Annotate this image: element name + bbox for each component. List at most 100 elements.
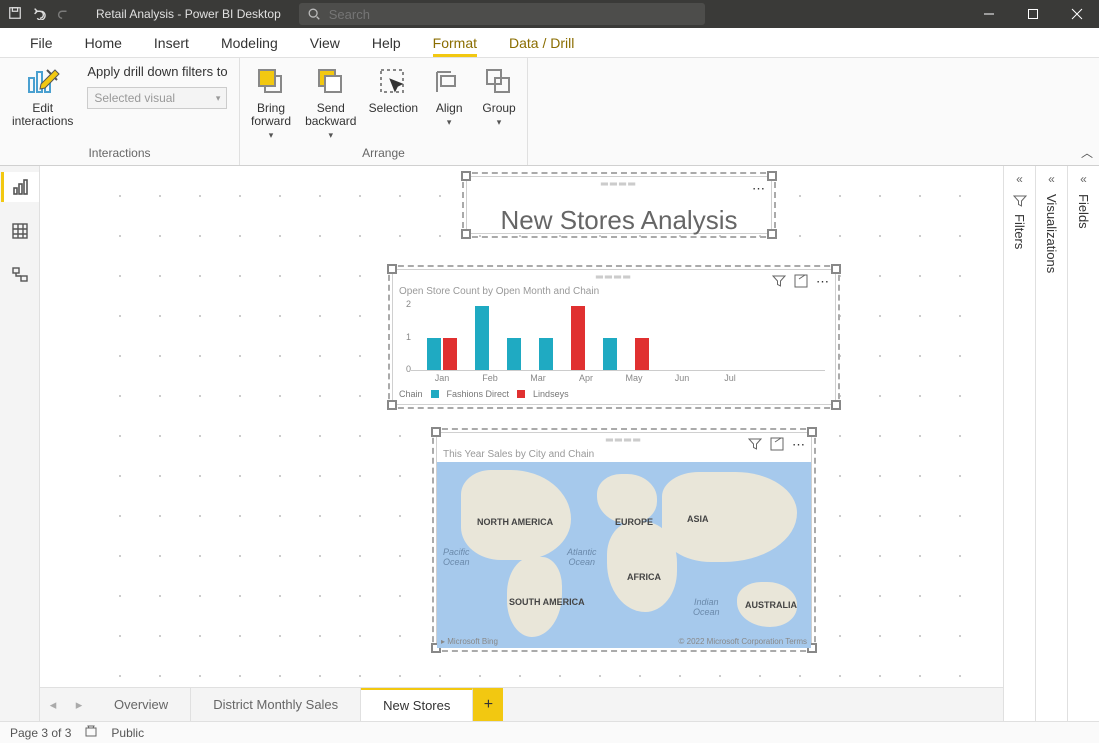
map-ocean-indian: Indian Ocean [693, 597, 720, 617]
focus-mode-icon[interactable] [770, 437, 784, 454]
bar [507, 338, 521, 370]
title-visual[interactable]: ════ ⋯ New Stores Analysis [466, 176, 772, 234]
bar-group [603, 338, 617, 370]
sensitivity-label: Public [111, 726, 144, 740]
title-visual-text: New Stores Analysis [467, 191, 771, 250]
model-view-button[interactable] [1, 260, 39, 290]
group-label-interactions: Interactions [8, 145, 231, 165]
filter-icon[interactable] [748, 437, 762, 454]
add-page-button[interactable]: + [473, 688, 503, 721]
align-label: Align [436, 102, 463, 115]
resize-handle[interactable] [387, 400, 397, 410]
align-icon [431, 64, 467, 100]
chevron-left-icon: « [1048, 172, 1055, 186]
menu-modeling[interactable]: Modeling [205, 28, 294, 57]
send-backward-button[interactable]: Send backward ▾ [304, 62, 357, 143]
bar-group [475, 306, 489, 370]
minimize-button[interactable] [967, 0, 1011, 28]
bring-forward-label: Bring forward [251, 102, 291, 128]
map-credit: ▸ Microsoft Bing [441, 637, 498, 646]
menu-help[interactable]: Help [356, 28, 417, 57]
search-input[interactable] [329, 7, 697, 22]
search-box[interactable] [299, 3, 705, 25]
apply-drilldown-label: Apply drill down filters to [87, 64, 227, 79]
edit-interactions-label: Edit interactions [12, 102, 73, 128]
report-view-button[interactable] [1, 172, 39, 202]
undo-icon[interactable] [32, 6, 46, 23]
page-tab-new-stores[interactable]: New Stores [361, 688, 473, 721]
drag-handle-icon[interactable]: ════ [596, 272, 632, 283]
selected-visual-value: Selected visual [94, 91, 175, 105]
map-visual[interactable]: ════ ⋯ This Year Sales by City and Chain [436, 432, 812, 648]
page-status: Page 3 of 3 [10, 726, 71, 740]
send-backward-label: Send backward [305, 102, 356, 128]
drag-handle-icon[interactable]: ════ [606, 435, 642, 446]
bar-chart-legend: Chain Fashions Direct Lindseys [393, 387, 835, 401]
map-label-sa: SOUTH AMERICA [509, 597, 585, 607]
save-icon[interactable] [8, 6, 22, 23]
chevron-down-icon: ▾ [269, 130, 274, 141]
page-prev-button[interactable]: ◂ [40, 688, 66, 721]
bar-group [571, 306, 585, 370]
map-label-na: NORTH AMERICA [477, 517, 553, 527]
align-button[interactable]: Align ▾ [429, 62, 469, 130]
visual-options-icon[interactable]: ⋯ [752, 181, 765, 197]
edit-interactions-button[interactable]: Edit interactions [8, 62, 77, 130]
menu-insert[interactable]: Insert [138, 28, 205, 57]
chevron-left-icon: « [1016, 172, 1023, 186]
visualizations-pane-collapsed[interactable]: « Visualizations [1035, 166, 1067, 721]
chevron-down-icon: ▾ [497, 117, 502, 128]
fields-pane-label: Fields [1076, 194, 1091, 229]
status-bar: Page 3 of 3 Public [0, 721, 1099, 743]
map-corp: © 2022 Microsoft Corporation Terms [679, 637, 807, 646]
chevron-down-icon: ▾ [447, 117, 452, 128]
bar [539, 338, 553, 370]
page-tab-overview[interactable]: Overview [92, 688, 191, 721]
group-label-arrange: Arrange [248, 145, 519, 165]
page-tab-district[interactable]: District Monthly Sales [191, 688, 361, 721]
selected-visual-dropdown[interactable]: Selected visual ▾ [87, 87, 227, 109]
chevron-down-icon: ▾ [216, 93, 221, 104]
menu-file[interactable]: File [14, 28, 69, 57]
filter-icon[interactable] [772, 274, 786, 291]
maximize-button[interactable] [1011, 0, 1055, 28]
filters-pane-collapsed[interactable]: « Filters [1003, 166, 1035, 721]
bar-group [427, 338, 457, 370]
selection-button[interactable]: Selection [367, 62, 419, 117]
menu-view[interactable]: View [294, 28, 356, 57]
bar [603, 338, 617, 370]
visual-options-icon[interactable]: ⋯ [816, 274, 829, 291]
fields-pane-collapsed[interactable]: « Fields [1067, 166, 1099, 721]
resize-handle[interactable] [767, 229, 777, 239]
focus-mode-icon[interactable] [794, 274, 808, 291]
drag-handle-icon[interactable]: ════ [601, 179, 637, 190]
menu-home[interactable]: Home [69, 28, 138, 57]
close-button[interactable] [1055, 0, 1099, 28]
map-ocean-pacific: Pacific Ocean [443, 547, 470, 567]
page-next-button[interactable]: ▸ [66, 688, 92, 721]
menu-data-drill[interactable]: Data / Drill [493, 28, 590, 57]
bring-forward-button[interactable]: Bring forward ▾ [248, 62, 294, 143]
group-button[interactable]: Group ▾ [479, 62, 519, 130]
resize-handle[interactable] [831, 400, 841, 410]
bring-forward-icon [253, 64, 289, 100]
redo-icon[interactable] [56, 6, 70, 23]
bar [443, 338, 457, 370]
bar-chart-visual[interactable]: ════ ⋯ Open Store Count by Open Month an… [392, 269, 836, 405]
menu-format[interactable]: Format [417, 28, 493, 57]
page-tabs: ◂ ▸ Overview District Monthly Sales New … [40, 687, 1003, 721]
map-ocean-atlantic: Atlantic Ocean [567, 547, 597, 567]
visual-options-icon[interactable]: ⋯ [792, 437, 805, 454]
resize-handle[interactable] [461, 229, 471, 239]
data-view-button[interactable] [1, 216, 39, 246]
ribbon-group-arrange: Bring forward ▾ Send backward ▾ Selectio… [240, 58, 528, 165]
map-label-as: ASIA [687, 514, 709, 524]
menu-bar: File Home Insert Modeling View Help Form… [0, 28, 1099, 58]
selection-label: Selection [369, 102, 418, 115]
report-canvas[interactable]: ════ ⋯ New Stores Analysis ════ ⋯ Open S… [40, 166, 1003, 687]
map-label-af: AFRICA [627, 572, 661, 582]
search-icon [307, 7, 321, 21]
bar-chart-body: 210 JanFebMarAprMayJunJul [393, 299, 835, 387]
chevron-left-icon: « [1080, 172, 1087, 186]
ribbon-collapse-button[interactable]: ︿ [1081, 144, 1093, 161]
